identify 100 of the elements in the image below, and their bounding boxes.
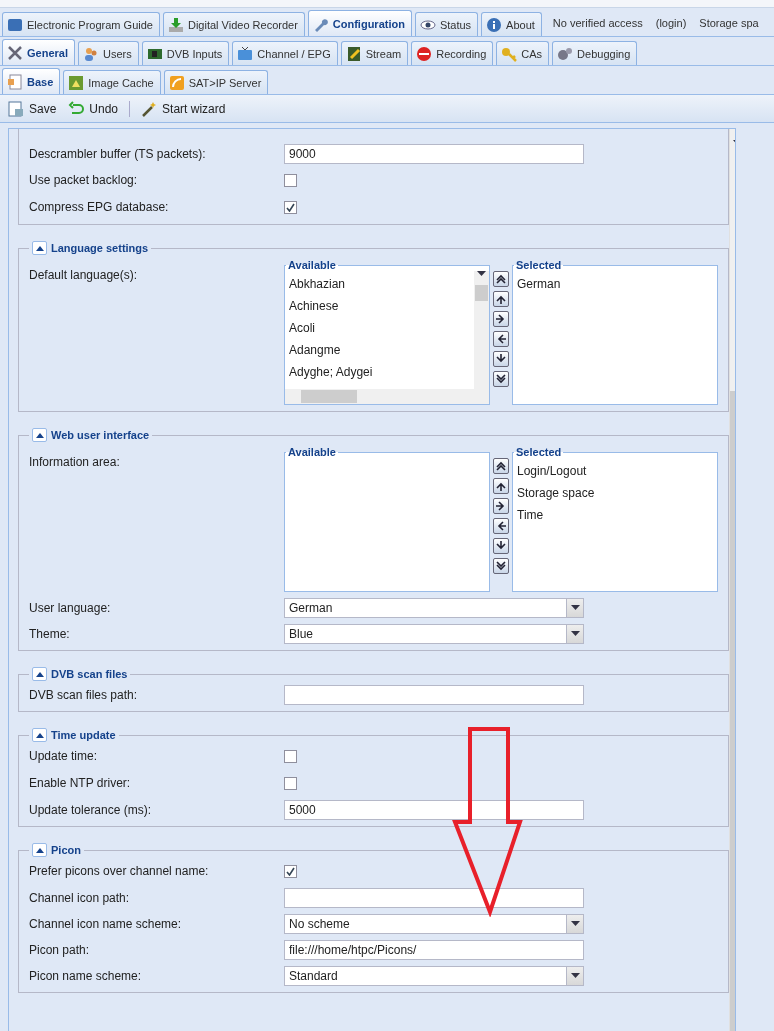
scrollbar-thumb[interactable]: [475, 285, 488, 301]
sub-tab[interactable]: CAs: [496, 41, 550, 65]
list-item[interactable]: Adangme: [289, 339, 470, 361]
move-button[interactable]: [493, 498, 509, 514]
collapse-button[interactable]: [32, 241, 47, 255]
move-left-icon: [495, 333, 507, 345]
move-button[interactable]: [493, 311, 509, 327]
caret-icon: [570, 605, 580, 611]
collapse-button[interactable]: [32, 667, 47, 681]
list-item[interactable]: Acoli: [289, 317, 470, 339]
collapse-icon: [35, 732, 44, 738]
inner-tab[interactable]: Base: [2, 68, 61, 94]
tv-icon: [237, 45, 254, 62]
save-icon: [8, 100, 24, 117]
dropdown-field[interactable]: Blue: [284, 624, 584, 644]
move-button[interactable]: [493, 518, 509, 534]
main-tab[interactable]: Status: [414, 12, 479, 36]
main-tab[interactable]: About: [481, 12, 542, 36]
dropdown-field[interactable]: No scheme: [284, 914, 584, 934]
caret-icon: [570, 921, 580, 927]
section-title: DVB scan files: [51, 668, 128, 680]
move-down-icon: [495, 353, 507, 365]
dropdown-trigger[interactable]: [566, 915, 583, 933]
move-left-icon: [495, 520, 507, 532]
checkbox[interactable]: [284, 201, 297, 214]
field-label: Prefer picons over channel name:: [29, 863, 210, 880]
move-up-icon: [495, 480, 507, 492]
tools-icon: [7, 44, 23, 61]
info-text: No verified access: [551, 16, 644, 29]
field-label: Enable NTP driver:: [29, 775, 132, 792]
text-field[interactable]: file:///home/htpc/Picons/: [284, 940, 584, 960]
vertical-scrollbar[interactable]: [474, 271, 489, 389]
move-up-icon: [495, 293, 507, 305]
document-icon: [7, 73, 23, 90]
section-title: Time update: [51, 729, 116, 741]
caret-icon: [570, 973, 580, 979]
text-field[interactable]: [284, 888, 584, 908]
field-label: Update tolerance (ms):: [29, 802, 153, 819]
rec-icon: [416, 45, 433, 62]
list-title: Available: [287, 446, 337, 458]
sub-tab[interactable]: General: [2, 39, 75, 65]
field-label: Picon name scheme:: [29, 968, 143, 985]
sub-tab[interactable]: Recording: [411, 41, 494, 65]
list-item[interactable]: German: [517, 273, 713, 295]
move-button[interactable]: [493, 558, 509, 574]
move-top-icon: [495, 460, 507, 472]
move-button[interactable]: [493, 478, 509, 494]
checkbox[interactable]: [284, 777, 297, 790]
toolbar-button[interactable]: Save: [4, 98, 61, 119]
collapse-button[interactable]: [32, 728, 47, 742]
move-button[interactable]: [493, 271, 509, 287]
move-down-icon: [495, 540, 507, 552]
list-item[interactable]: Time: [517, 504, 713, 526]
inner-tab[interactable]: SAT>IP Server: [163, 70, 269, 94]
text-field[interactable]: 9000: [284, 144, 584, 164]
undo-icon: [68, 100, 85, 117]
horizontal-scrollbar[interactable]: [285, 389, 489, 404]
text-field[interactable]: 5000: [284, 800, 584, 820]
collapse-icon: [35, 432, 44, 438]
text-field[interactable]: [284, 685, 584, 705]
move-right-icon: [495, 313, 507, 325]
image-icon: [68, 74, 85, 91]
list-item[interactable]: Storage space: [517, 482, 713, 504]
dropdown-trigger[interactable]: [566, 599, 583, 617]
move-button[interactable]: [493, 458, 509, 474]
main-tab[interactable]: Electronic Program Guide: [2, 12, 160, 36]
move-button[interactable]: [493, 331, 509, 347]
move-top-icon: [495, 273, 507, 285]
move-button[interactable]: [493, 291, 509, 307]
satellite-icon: [168, 74, 185, 91]
sub-tab[interactable]: Stream: [340, 41, 409, 65]
checkbox[interactable]: [284, 750, 297, 763]
sub-tab[interactable]: Channel / EPG: [232, 41, 338, 65]
wand-icon: [141, 100, 158, 117]
inner-tab[interactable]: Image Cache: [63, 70, 161, 94]
toolbar-button[interactable]: Start wizard: [137, 98, 230, 119]
list-item[interactable]: Adyghe; Adygei: [289, 361, 470, 383]
checkbox[interactable]: [284, 865, 297, 878]
collapse-button[interactable]: [32, 428, 47, 442]
dropdown-trigger[interactable]: [566, 625, 583, 643]
list-item[interactable]: Abkhazian: [289, 273, 470, 295]
dropdown-trigger[interactable]: [566, 967, 583, 985]
move-button[interactable]: [493, 538, 509, 554]
field-label: Compress EPG database:: [29, 199, 170, 216]
move-button[interactable]: [493, 371, 509, 387]
scrollbar-thumb[interactable]: [301, 390, 357, 403]
move-button[interactable]: [493, 351, 509, 367]
sub-tab[interactable]: DVB Inputs: [141, 41, 230, 65]
main-tab[interactable]: Configuration: [307, 10, 412, 36]
list-item[interactable]: Login/Logout: [517, 460, 713, 482]
dropdown-field[interactable]: Standard: [284, 966, 584, 986]
sub-tab[interactable]: Users: [77, 41, 139, 65]
main-tab[interactable]: Digital Video Recorder: [162, 12, 305, 36]
info-text[interactable]: (login): [647, 16, 689, 29]
dropdown-field[interactable]: German: [284, 598, 584, 618]
checkbox[interactable]: [284, 174, 297, 187]
sub-tab[interactable]: Debugging: [552, 41, 638, 65]
toolbar-button[interactable]: Undo: [64, 98, 123, 119]
collapse-button[interactable]: [32, 843, 47, 857]
list-item[interactable]: Achinese: [289, 295, 470, 317]
